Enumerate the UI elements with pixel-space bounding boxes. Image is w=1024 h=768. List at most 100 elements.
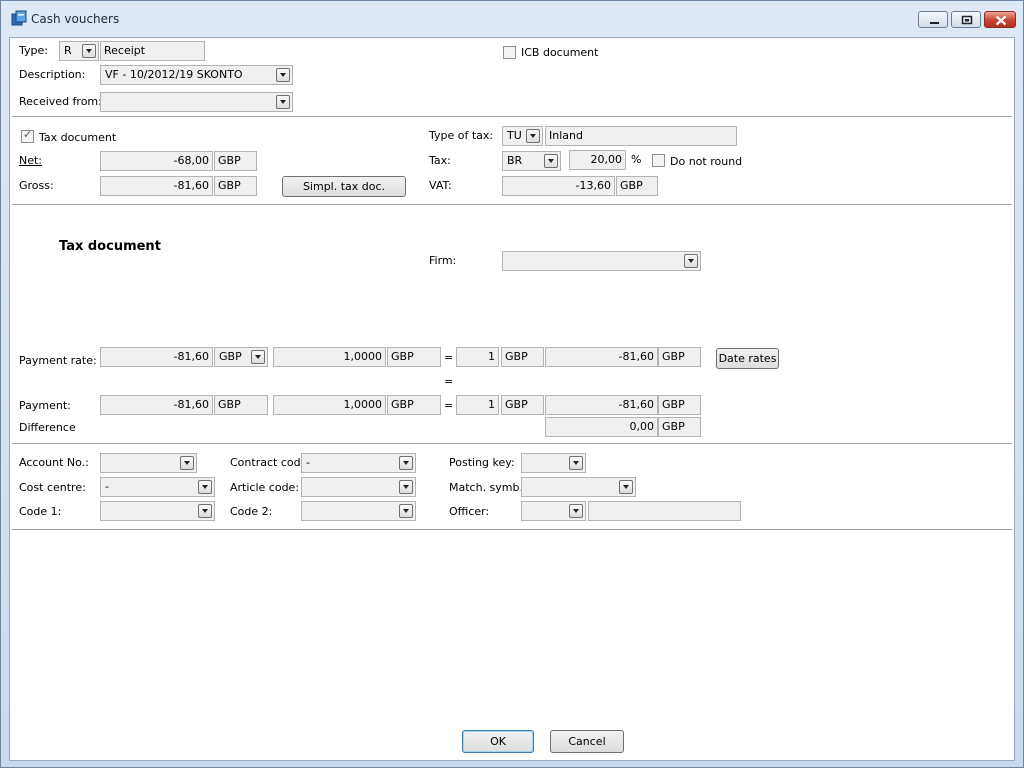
equals-sign: = <box>444 351 454 364</box>
payment-rate-currency-combo[interactable]: GBP <box>214 347 268 367</box>
simplified-tax-document-button[interactable]: Simpl. tax doc. <box>282 176 406 197</box>
gross-label: Gross: <box>19 179 54 192</box>
tax-label: Tax: <box>429 154 451 167</box>
vat-label: VAT: <box>429 179 452 192</box>
payment-rate-value[interactable]: 1,0000 <box>273 347 386 367</box>
gross-currency: GBP <box>214 176 257 196</box>
payment-units-currency: GBP <box>501 395 544 415</box>
payment-rate-label: Payment rate: <box>19 354 97 367</box>
payment-rate-result: -81,60 <box>545 347 658 367</box>
dialog-content: Type: R Receipt ICB document Description… <box>9 37 1015 761</box>
chevron-down-icon[interactable] <box>198 480 212 494</box>
match-symb-label: Match. symb.: <box>449 481 527 494</box>
chevron-down-icon[interactable] <box>276 95 290 109</box>
description-combo[interactable]: VF - 10/2012/19 SKONTO <box>100 65 293 85</box>
cost-centre-label: Cost centre: <box>19 481 86 494</box>
payment-rate-units[interactable]: 1 <box>456 347 499 367</box>
tax-document-heading: Tax document <box>59 239 161 254</box>
contract-code-combo[interactable]: - <box>301 453 416 473</box>
cost-centre-value: - <box>105 480 109 493</box>
code-1-combo[interactable] <box>100 501 215 521</box>
type-of-tax-combo[interactable]: TU <box>502 126 543 146</box>
payment-rate-field[interactable]: 1,0000 <box>273 395 386 415</box>
code-1-label: Code 1: <box>19 505 62 518</box>
chevron-down-icon[interactable] <box>526 129 540 143</box>
article-code-label: Article code: <box>230 481 300 494</box>
received-from-combo[interactable] <box>100 92 293 112</box>
payment-rate-result-currency: GBP <box>658 347 701 367</box>
net-field[interactable]: -68,00 <box>100 151 213 171</box>
payment-rate-currency: GBP <box>219 350 242 363</box>
chevron-down-icon[interactable] <box>180 456 194 470</box>
chevron-down-icon[interactable] <box>276 68 290 82</box>
difference-currency: GBP <box>658 417 701 437</box>
vat-field[interactable]: -13,60 <box>502 176 615 196</box>
restore-icon <box>961 15 973 25</box>
separator <box>12 204 1012 205</box>
payment-rate-currency-field: GBP <box>387 395 441 415</box>
payment-amount[interactable]: -81,60 <box>100 395 213 415</box>
do-not-round-checkbox[interactable] <box>652 154 665 167</box>
type-of-tax-code: TU <box>507 129 522 142</box>
description-value: VF - 10/2012/19 SKONTO <box>105 68 243 81</box>
tax-document-label: Tax document <box>39 131 117 144</box>
separator <box>12 443 1012 444</box>
chevron-down-icon[interactable] <box>82 44 96 58</box>
icb-document-checkbox[interactable] <box>503 46 516 59</box>
type-code-combo[interactable]: R <box>59 41 99 61</box>
description-label: Description: <box>19 68 86 81</box>
chevron-down-icon[interactable] <box>544 154 558 168</box>
posting-key-combo[interactable] <box>521 453 586 473</box>
chevron-down-icon[interactable] <box>569 456 583 470</box>
firm-combo[interactable] <box>502 251 701 271</box>
separator <box>12 529 1012 530</box>
chevron-down-icon[interactable] <box>399 504 413 518</box>
net-label: Net: <box>19 154 43 167</box>
payment-units[interactable]: 1 <box>456 395 499 415</box>
chevron-down-icon[interactable] <box>569 504 583 518</box>
net-currency: GBP <box>214 151 257 171</box>
article-code-combo[interactable] <box>301 477 416 497</box>
payment-label: Payment: <box>19 399 71 412</box>
close-button[interactable] <box>984 11 1016 28</box>
officer-combo[interactable] <box>521 501 586 521</box>
tax-rate-field[interactable]: 20,00 <box>569 150 626 170</box>
payment-rate-units-currency: GBP <box>501 347 544 367</box>
payment-currency: GBP <box>214 395 268 415</box>
cost-centre-combo[interactable]: - <box>100 477 215 497</box>
chevron-down-icon[interactable] <box>198 504 212 518</box>
percent-sign: % <box>631 153 642 166</box>
payment-rate-amount[interactable]: -81,60 <box>100 347 213 367</box>
difference-field: 0,00 <box>545 417 658 437</box>
icb-document-label: ICB document <box>521 46 599 59</box>
tax-code-combo[interactable]: BR <box>502 151 561 171</box>
match-symb-combo[interactable] <box>521 477 636 497</box>
date-rates-button[interactable]: Date rates <box>716 348 779 369</box>
officer-label: Officer: <box>449 505 490 518</box>
ok-button[interactable]: OK <box>462 730 534 753</box>
officer-name-field <box>588 501 741 521</box>
tax-document-checkbox[interactable] <box>21 128 34 143</box>
type-of-tax-label: Type of tax: <box>429 129 494 142</box>
cancel-button[interactable]: Cancel <box>550 730 624 753</box>
code-2-label: Code 2: <box>230 505 273 518</box>
app-icon <box>11 10 27 26</box>
chevron-down-icon[interactable] <box>619 480 633 494</box>
code-2-combo[interactable] <box>301 501 416 521</box>
chevron-down-icon[interactable] <box>684 254 698 268</box>
maximize-button[interactable] <box>951 11 981 28</box>
posting-key-label: Posting key: <box>449 456 515 469</box>
chevron-down-icon[interactable] <box>251 350 265 364</box>
equals-sign: = <box>444 399 454 412</box>
minimize-button[interactable] <box>918 11 948 28</box>
firm-label: Firm: <box>429 254 457 267</box>
close-icon <box>995 15 1007 26</box>
chevron-down-icon[interactable] <box>399 480 413 494</box>
gross-field[interactable]: -81,60 <box>100 176 213 196</box>
type-code-value: R <box>64 44 72 57</box>
type-label: Type: <box>19 44 48 57</box>
do-not-round-label: Do not round <box>670 155 743 168</box>
chevron-down-icon[interactable] <box>399 456 413 470</box>
account-no-combo[interactable] <box>100 453 197 473</box>
account-no-label: Account No.: <box>19 456 89 469</box>
